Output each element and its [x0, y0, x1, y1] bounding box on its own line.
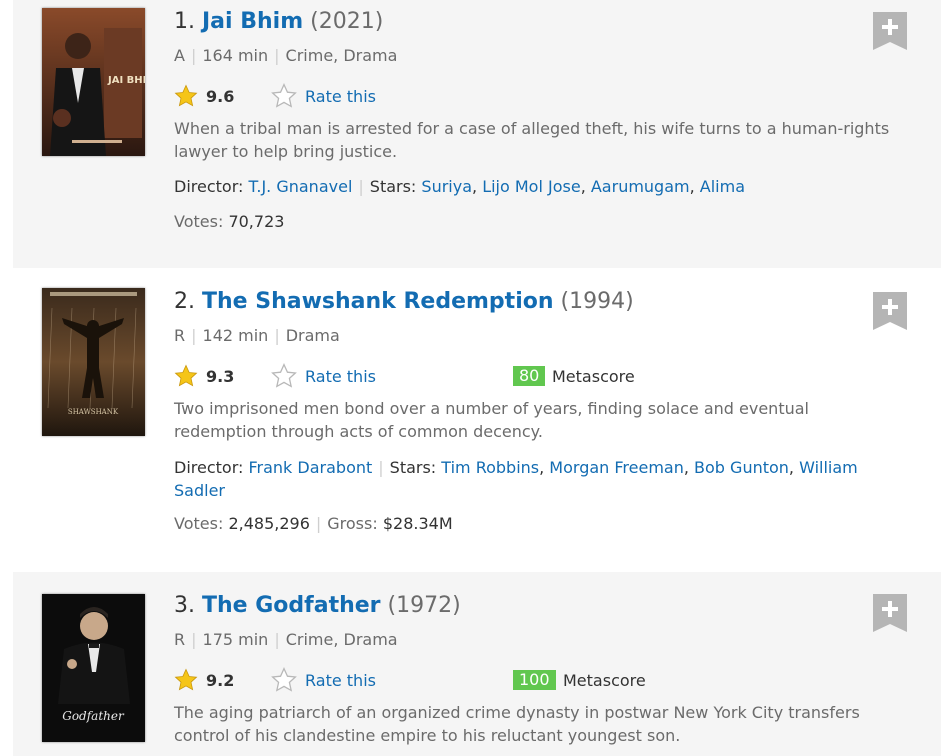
director-link[interactable]: T.J. Gnanavel [248, 177, 352, 196]
ratings-bar: 9.3 Rate this 80 Metascore [174, 362, 934, 390]
rank-index: 3. [174, 593, 195, 618]
runtime: 164 min [202, 46, 269, 65]
separator: | [378, 458, 384, 477]
poster-image[interactable]: SHAWSHANK [42, 288, 145, 436]
star-outline-icon[interactable] [271, 667, 297, 693]
gross-amount: $28.34M [382, 514, 453, 533]
genre: Crime, Drama [285, 46, 398, 65]
star-link[interactable]: Tim Robbins [441, 458, 539, 477]
stars-label: Stars: [369, 177, 417, 196]
list-item: JAI BHIM 1. Jai Bhim (2021) A | 164 min | Cr… [13, 0, 941, 268]
metascore-badge: 80 [513, 366, 546, 386]
separator: | [191, 630, 197, 649]
movie-title-link[interactable]: The Godfather [202, 593, 381, 618]
star-link[interactable]: Bob Gunton [694, 458, 789, 477]
ratings-bar: 9.2 Rate this 100 Metascore [174, 666, 934, 694]
votes-label: Votes: [174, 212, 224, 231]
watchlist-add-icon[interactable] [873, 12, 907, 50]
movie-title-link[interactable]: The Shawshank Redemption [202, 289, 554, 314]
credits: Director: Frank Darabont | Stars: Tim Robb… [174, 458, 858, 500]
votes-count: 70,723 [228, 212, 285, 231]
movie-meta: R | 175 min | Crime, Drama [174, 630, 398, 649]
votes-label: Votes: [174, 514, 224, 533]
director-link[interactable]: Frank Darabont [248, 458, 372, 477]
genre: Drama [285, 326, 340, 345]
star-link[interactable]: Aarumugam [591, 177, 690, 196]
votes-count: 2,485,296 [228, 514, 310, 533]
star-filled-icon [174, 364, 198, 387]
plot-description: Two imprisoned men bond over a number of… [174, 399, 809, 441]
separator: | [274, 46, 280, 65]
plot-description: The aging patriarch of an organized crim… [174, 703, 860, 745]
star-filled-icon [174, 84, 198, 107]
list-item: Godfather 3. The Godfather (1972) R | 175 … [13, 572, 941, 756]
star-link[interactable]: Alima [700, 177, 745, 196]
star-outline-icon[interactable] [271, 363, 297, 389]
separator: | [191, 326, 197, 345]
item-header: 2. The Shawshank Redemption (1994) [174, 288, 634, 316]
director-label: Director: [174, 458, 244, 477]
imdb-rating: 9.6 [206, 87, 235, 106]
stars-label: Stars: [389, 458, 437, 477]
votes-row: Votes: 70,723 [174, 212, 284, 231]
director-label: Director: [174, 177, 244, 196]
release-year: (2021) [310, 9, 384, 34]
release-year: (1994) [560, 289, 634, 314]
imdb-rating: 9.3 [206, 367, 235, 386]
item-header: 3. The Godfather (1972) [174, 592, 461, 620]
rate-this-link[interactable]: Rate this [305, 87, 376, 106]
rank-index: 2. [174, 289, 195, 314]
movie-meta: R | 142 min | Drama [174, 326, 340, 345]
item-header: 1. Jai Bhim (2021) [174, 8, 383, 36]
separator: | [274, 326, 280, 345]
gross-label: Gross: [327, 514, 378, 533]
poster-image[interactable]: JAI BHIM [42, 8, 145, 156]
runtime: 175 min [202, 630, 269, 649]
separator: | [190, 46, 197, 65]
votes-row: Votes: 2,485,296 | Gross: $28.34M [174, 514, 453, 533]
certificate: R [174, 326, 186, 345]
certificate: A [174, 46, 185, 65]
watchlist-add-icon[interactable] [873, 292, 907, 330]
genre: Crime, Drama [285, 630, 398, 649]
certificate: R [174, 630, 186, 649]
imdb-rating: 9.2 [206, 671, 235, 690]
separator: | [315, 514, 322, 533]
rank-index: 1. [174, 9, 195, 34]
separator: | [358, 177, 364, 196]
movie-meta: A | 164 min | Crime, Drama [174, 46, 397, 65]
rate-this-link[interactable]: Rate this [305, 367, 376, 386]
plot-description: When a tribal man is arrested for a case… [174, 119, 890, 161]
star-outline-icon[interactable] [271, 83, 297, 109]
list-item: SHAWSHANK 2. The Shawshank Redemption (1… [13, 280, 941, 568]
star-link[interactable]: Morgan Freeman [549, 458, 684, 477]
metascore-label: Metascore [563, 671, 646, 690]
star-filled-icon [174, 668, 198, 691]
runtime: 142 min [202, 326, 269, 345]
credits: Director: T.J. Gnanavel | Stars: Suriya, L… [174, 177, 746, 196]
metascore-badge: 100 [513, 670, 556, 690]
star-link[interactable]: Lijo Mol Jose [482, 177, 581, 196]
svg-text:Godfather: Godfather [62, 709, 125, 723]
release-year: (1972) [387, 593, 461, 618]
ratings-bar: 9.6 Rate this [174, 82, 934, 110]
svg-text:SHAWSHANK: SHAWSHANK [68, 408, 119, 416]
star-link[interactable]: Suriya [421, 177, 472, 196]
watchlist-add-icon[interactable] [873, 594, 907, 632]
rate-this-link[interactable]: Rate this [305, 671, 376, 690]
separator: | [274, 630, 280, 649]
movie-title-link[interactable]: Jai Bhim [202, 9, 303, 34]
poster-image[interactable]: Godfather [42, 594, 145, 742]
movie-list: JAI BHIM 1. Jai Bhim (2021) A | 164 min | Cr… [0, 0, 941, 756]
metascore-label: Metascore [552, 367, 635, 386]
svg-text:JAI BHIM: JAI BHIM [107, 75, 145, 86]
